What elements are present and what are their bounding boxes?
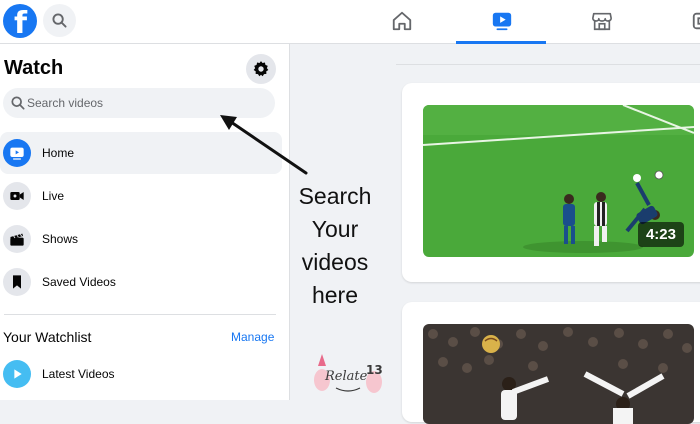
- relate13-watermark-logo: Relate 13: [314, 354, 383, 393]
- annotation-line: here: [311, 282, 359, 308]
- annotation-line: Your: [311, 216, 359, 242]
- annotation-line: Search: [298, 183, 372, 209]
- annotation-text: Search Your videos here: [292, 180, 378, 312]
- svg-text:Relate: Relate: [324, 369, 368, 384]
- svg-text:13: 13: [366, 363, 383, 377]
- annotation-line: videos: [301, 249, 369, 275]
